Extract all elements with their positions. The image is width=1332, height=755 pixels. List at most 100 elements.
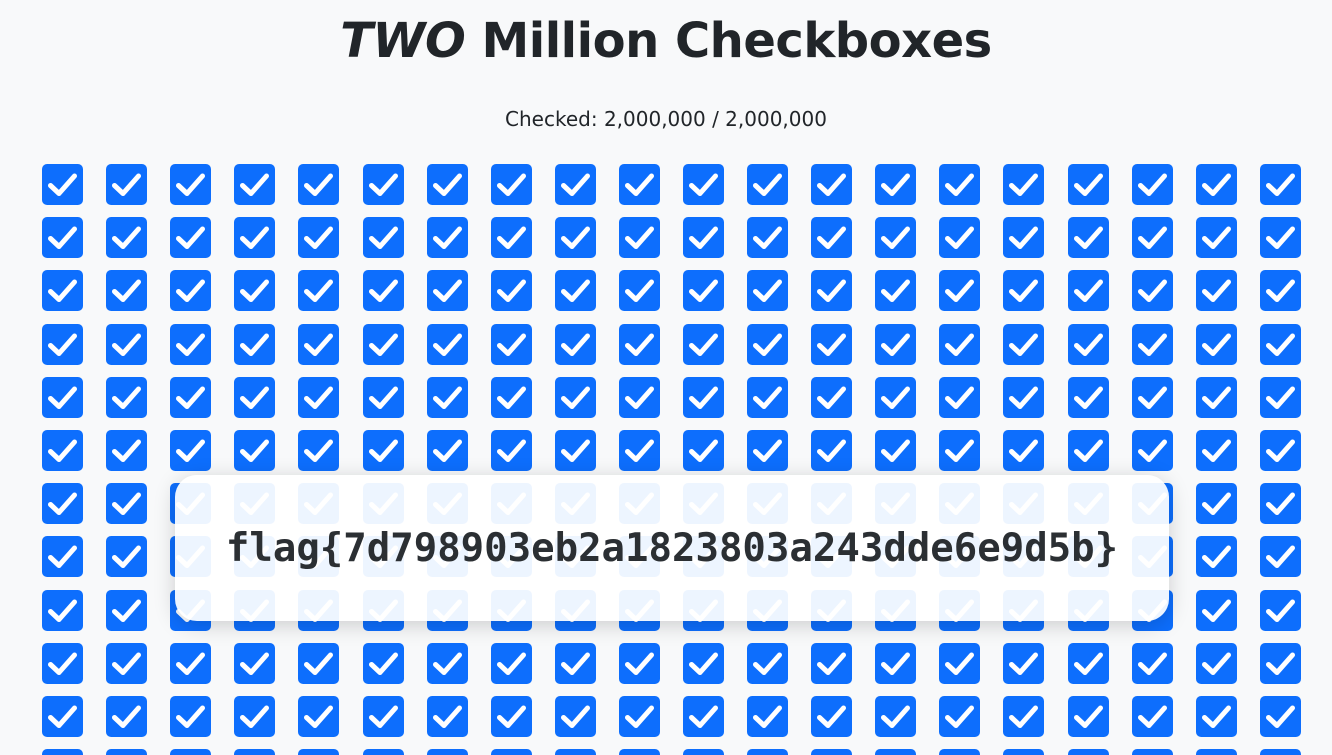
checkbox[interactable] bbox=[939, 324, 980, 365]
checkbox[interactable] bbox=[619, 377, 660, 418]
checkbox[interactable] bbox=[170, 749, 211, 755]
checkbox[interactable] bbox=[875, 643, 916, 684]
checkbox[interactable] bbox=[298, 324, 339, 365]
checkbox[interactable] bbox=[1068, 643, 1109, 684]
checkbox[interactable] bbox=[1260, 217, 1301, 258]
checkbox[interactable] bbox=[234, 749, 275, 755]
checkbox[interactable] bbox=[555, 217, 596, 258]
checkbox[interactable] bbox=[1196, 483, 1237, 524]
checkbox[interactable] bbox=[1068, 217, 1109, 258]
checkbox[interactable] bbox=[683, 324, 724, 365]
checkbox[interactable] bbox=[298, 377, 339, 418]
checkbox[interactable] bbox=[1003, 377, 1044, 418]
checkbox[interactable] bbox=[106, 483, 147, 524]
checkbox[interactable] bbox=[1196, 696, 1237, 737]
checkbox[interactable] bbox=[619, 430, 660, 471]
checkbox[interactable] bbox=[298, 643, 339, 684]
checkbox[interactable] bbox=[1196, 324, 1237, 365]
checkbox[interactable] bbox=[1003, 430, 1044, 471]
checkbox[interactable] bbox=[427, 749, 468, 755]
checkbox[interactable] bbox=[234, 270, 275, 311]
checkbox[interactable] bbox=[1068, 377, 1109, 418]
checkbox[interactable] bbox=[363, 164, 404, 205]
checkbox[interactable] bbox=[811, 217, 852, 258]
checkbox[interactable] bbox=[1196, 377, 1237, 418]
checkbox[interactable] bbox=[170, 164, 211, 205]
checkbox[interactable] bbox=[106, 430, 147, 471]
checkbox[interactable] bbox=[1003, 643, 1044, 684]
checkbox[interactable] bbox=[1196, 430, 1237, 471]
checkbox[interactable] bbox=[106, 749, 147, 755]
checkbox[interactable] bbox=[555, 643, 596, 684]
checkbox[interactable] bbox=[170, 696, 211, 737]
checkbox[interactable] bbox=[1260, 590, 1301, 631]
checkbox[interactable] bbox=[106, 536, 147, 577]
checkbox[interactable] bbox=[363, 749, 404, 755]
checkbox[interactable] bbox=[234, 430, 275, 471]
checkbox[interactable] bbox=[939, 270, 980, 311]
checkbox[interactable] bbox=[939, 377, 980, 418]
checkbox[interactable] bbox=[106, 696, 147, 737]
checkbox[interactable] bbox=[1260, 324, 1301, 365]
checkbox[interactable] bbox=[491, 270, 532, 311]
checkbox[interactable] bbox=[1003, 696, 1044, 737]
checkbox[interactable] bbox=[811, 749, 852, 755]
checkbox[interactable] bbox=[42, 217, 83, 258]
checkbox[interactable] bbox=[42, 483, 83, 524]
checkbox[interactable] bbox=[875, 270, 916, 311]
checkbox[interactable] bbox=[811, 270, 852, 311]
checkbox[interactable] bbox=[875, 324, 916, 365]
checkbox[interactable] bbox=[427, 377, 468, 418]
checkbox[interactable] bbox=[555, 164, 596, 205]
checkbox[interactable] bbox=[811, 377, 852, 418]
checkbox[interactable] bbox=[939, 430, 980, 471]
checkbox[interactable] bbox=[234, 324, 275, 365]
checkbox[interactable] bbox=[106, 590, 147, 631]
checkbox[interactable] bbox=[683, 377, 724, 418]
checkbox[interactable] bbox=[555, 749, 596, 755]
checkbox[interactable] bbox=[747, 696, 788, 737]
checkbox[interactable] bbox=[747, 164, 788, 205]
checkbox[interactable] bbox=[170, 217, 211, 258]
checkbox[interactable] bbox=[42, 324, 83, 365]
checkbox[interactable] bbox=[298, 749, 339, 755]
checkbox[interactable] bbox=[363, 377, 404, 418]
checkbox[interactable] bbox=[1260, 270, 1301, 311]
checkbox[interactable] bbox=[427, 696, 468, 737]
checkbox[interactable] bbox=[811, 430, 852, 471]
checkbox[interactable] bbox=[1196, 590, 1237, 631]
checkbox[interactable] bbox=[747, 377, 788, 418]
checkbox[interactable] bbox=[619, 749, 660, 755]
checkbox[interactable] bbox=[1003, 324, 1044, 365]
checkbox[interactable] bbox=[427, 643, 468, 684]
checkbox[interactable] bbox=[875, 749, 916, 755]
checkbox[interactable] bbox=[1003, 217, 1044, 258]
checkbox[interactable] bbox=[427, 164, 468, 205]
checkbox[interactable] bbox=[106, 217, 147, 258]
checkbox[interactable] bbox=[683, 164, 724, 205]
checkbox[interactable] bbox=[1068, 430, 1109, 471]
checkbox[interactable] bbox=[619, 643, 660, 684]
checkbox[interactable] bbox=[1068, 696, 1109, 737]
checkbox[interactable] bbox=[234, 164, 275, 205]
checkbox[interactable] bbox=[747, 324, 788, 365]
checkbox[interactable] bbox=[619, 164, 660, 205]
checkbox[interactable] bbox=[555, 270, 596, 311]
checkbox[interactable] bbox=[363, 217, 404, 258]
checkbox[interactable] bbox=[747, 430, 788, 471]
checkbox[interactable] bbox=[683, 217, 724, 258]
checkbox[interactable] bbox=[427, 324, 468, 365]
checkbox[interactable] bbox=[683, 430, 724, 471]
checkbox[interactable] bbox=[42, 643, 83, 684]
checkbox[interactable] bbox=[1132, 430, 1173, 471]
checkbox[interactable] bbox=[170, 270, 211, 311]
checkbox[interactable] bbox=[170, 430, 211, 471]
checkbox[interactable] bbox=[491, 696, 532, 737]
checkbox[interactable] bbox=[747, 749, 788, 755]
checkbox[interactable] bbox=[298, 217, 339, 258]
checkbox[interactable] bbox=[1196, 217, 1237, 258]
checkbox[interactable] bbox=[1196, 643, 1237, 684]
checkbox[interactable] bbox=[1003, 270, 1044, 311]
checkbox[interactable] bbox=[1003, 164, 1044, 205]
checkbox[interactable] bbox=[555, 696, 596, 737]
